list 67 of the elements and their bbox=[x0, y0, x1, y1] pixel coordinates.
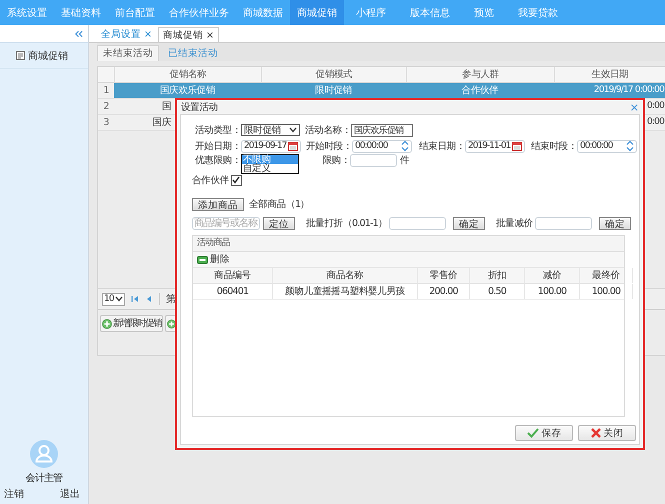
table-cell: 国庆 bbox=[152, 117, 171, 128]
field-label: 开始时段： bbox=[304, 140, 352, 152]
add-goods-button[interactable]: 添加商品 bbox=[192, 198, 244, 210]
table-cell: 颜吻儿童摇摇马塑料婴儿男孩 bbox=[273, 284, 418, 299]
column-header: 减价 bbox=[525, 268, 580, 283]
table-cell: 国庆欢乐促销 bbox=[160, 85, 216, 96]
column-header: 生效日期 bbox=[554, 67, 665, 82]
cancel-button[interactable]: 关闭 bbox=[578, 425, 636, 441]
page-tab[interactable]: 全局设置 × bbox=[97, 27, 156, 42]
date-field[interactable]: 2019-11-01 bbox=[465, 140, 525, 152]
table-cell: 060401 bbox=[193, 284, 273, 299]
row-number: 3 bbox=[102, 116, 110, 130]
page-tab[interactable]: 商城促销 × bbox=[158, 27, 219, 42]
column-header: 促销模式 bbox=[261, 67, 406, 82]
column-header: 折扣 bbox=[470, 268, 525, 283]
field-label: 活动类型： bbox=[194, 124, 241, 136]
confirm-button[interactable]: 确定 bbox=[598, 216, 631, 230]
input-field[interactable]: 国庆欢乐促销 bbox=[351, 124, 413, 136]
time-field[interactable]: 00:00:00 bbox=[352, 140, 412, 152]
locate-button[interactable]: 定位 bbox=[263, 216, 295, 230]
column-header: 促销名称 bbox=[114, 67, 261, 82]
table-cell: 国 bbox=[162, 101, 171, 112]
row-number: 1 bbox=[98, 83, 114, 98]
dropdown-option[interactable]: 自定义 bbox=[242, 164, 298, 173]
user-link[interactable]: 注销 bbox=[4, 487, 24, 501]
unit-label: 件 bbox=[400, 154, 410, 167]
page-label: 第 bbox=[166, 293, 176, 306]
filter-tab[interactable]: 未结束活动 bbox=[97, 45, 159, 61]
table-cell: 0:00 bbox=[646, 101, 664, 111]
table-cell: 100.00 bbox=[580, 284, 633, 299]
add-button[interactable]: 新增限时促销 bbox=[100, 315, 163, 332]
field-label: 活动名称： bbox=[304, 124, 351, 136]
table-cell: 合作伙伴 bbox=[462, 85, 498, 96]
table-row[interactable]: 1 国庆欢乐促销 限时促销 合作伙伴 2019/9/17 0:00:00 bbox=[98, 83, 665, 99]
field-label: 结束日期： bbox=[418, 140, 465, 152]
user-name: 会计主管 bbox=[26, 472, 62, 485]
column-header: 参与人群 bbox=[406, 67, 554, 82]
save-button[interactable]: 保存 bbox=[515, 425, 573, 441]
time-field[interactable]: 00:00:00 bbox=[577, 140, 637, 152]
table-cell: 限时促销 bbox=[315, 85, 352, 96]
confirm-button[interactable]: 确定 bbox=[453, 216, 486, 230]
table-cell: 200.00 bbox=[418, 284, 470, 299]
field-label: 开始日期： bbox=[194, 140, 241, 152]
sidebar-item[interactable]: 商城促销 bbox=[0, 43, 88, 69]
activity-type-select[interactable]: 限时促销 bbox=[241, 124, 300, 136]
column-header: 商品名称 bbox=[273, 268, 418, 283]
goods-count: 全部商品（1） bbox=[249, 198, 310, 210]
reduce-label: 批量减价 bbox=[496, 216, 533, 230]
column-header: 零售价 bbox=[418, 268, 470, 283]
panel-title: 活动商品 bbox=[197, 238, 230, 248]
row-number: 2 bbox=[102, 100, 110, 114]
delete-button[interactable]: 删除 bbox=[197, 253, 230, 266]
discount-label: 批量打折（0.01-1） bbox=[306, 216, 388, 230]
field-label: 结束时段： bbox=[530, 140, 577, 152]
table-cell: 2019/9/17 0:00:00 bbox=[594, 85, 664, 95]
page-size-select[interactable]: 10 bbox=[102, 292, 125, 306]
date-field[interactable]: 2019-09-17 bbox=[241, 140, 301, 152]
table-cell: 100.00 bbox=[525, 284, 580, 299]
field-label: 优惠限购： bbox=[194, 154, 241, 167]
user-link[interactable]: 退出 bbox=[60, 487, 80, 501]
field-label: 限购： bbox=[321, 154, 350, 167]
checkbox-label: 合作伙伴 bbox=[192, 174, 229, 186]
table-cell: 0.50 bbox=[470, 284, 525, 299]
column-header: 商品编号 bbox=[193, 268, 273, 283]
dialog-title: 设置活动 bbox=[181, 100, 218, 114]
table-cell: 0:00 bbox=[646, 117, 664, 127]
column-header: 最终价 bbox=[580, 268, 633, 283]
